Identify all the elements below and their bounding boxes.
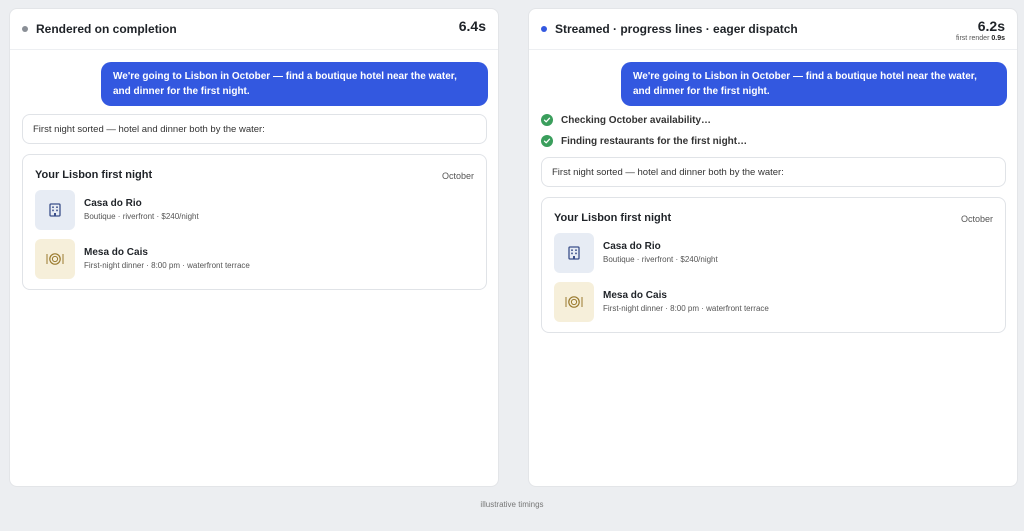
reply-text: First night sorted — hotel and dinner bo… xyxy=(33,123,265,135)
first-render-value: 0.9s xyxy=(991,35,1005,42)
timing: 6.4s xyxy=(459,18,486,34)
footnote: illustrative timings xyxy=(480,500,544,509)
user-message-bubble: We're going to Lisbon in October — find … xyxy=(621,62,1007,106)
progress-text: Checking October availability… xyxy=(561,114,712,126)
panel-streamed: Streamed · progress lines · eager dispat… xyxy=(528,8,1018,487)
total-time: 6.4s xyxy=(458,18,486,34)
item-desc: First-night dinner · 8:00 pm · waterfron… xyxy=(84,261,250,270)
panel-title: Rendered on completion xyxy=(36,22,177,36)
dinner-plate-icon xyxy=(554,282,594,322)
item-desc: First-night dinner · 8:00 pm · waterfron… xyxy=(603,304,769,313)
total-time: 6.2s xyxy=(977,18,1005,34)
user-message-bubble: We're going to Lisbon in October — find … xyxy=(101,62,488,106)
reply-text: First night sorted — hotel and dinner bo… xyxy=(552,166,784,178)
item-text: Casa do Rio Boutique · riverfront · $240… xyxy=(603,240,718,266)
list-item[interactable]: Casa do Rio Boutique · riverfront · $240… xyxy=(35,190,199,230)
list-item[interactable]: Mesa do Cais First-night dinner · 8:00 p… xyxy=(35,239,250,279)
item-text: Casa do Rio Boutique · riverfront · $240… xyxy=(84,197,199,223)
panel-rendered-on-completion: Rendered on completion 6.4s We're going … xyxy=(9,8,499,487)
card-title: Your Lisbon first night xyxy=(35,169,153,181)
itinerary-card: Your Lisbon first night October Casa do … xyxy=(22,154,487,290)
comparison-stage: Rendered on completion 6.4s We're going … xyxy=(0,0,1024,531)
status-dot xyxy=(541,26,547,32)
assistant-reply: First night sorted — hotel and dinner bo… xyxy=(541,157,1006,187)
panel-header: Streamed · progress lines · eager dispat… xyxy=(529,9,1017,50)
check-icon xyxy=(541,114,553,126)
panel-title: Streamed · progress lines · eager dispat… xyxy=(555,22,798,36)
item-desc: Boutique · riverfront · $240/night xyxy=(84,212,199,221)
item-name: Mesa do Cais xyxy=(603,290,667,301)
first-render-label: first render xyxy=(955,35,990,42)
user-message-text: We're going to Lisbon in October — find … xyxy=(113,71,457,97)
check-icon xyxy=(541,135,553,147)
item-name: Casa do Rio xyxy=(603,241,661,252)
itinerary-card: Your Lisbon first night October Casa do … xyxy=(541,197,1006,333)
hotel-icon xyxy=(35,190,75,230)
progress-text: Finding restaurants for the first night… xyxy=(561,135,748,147)
first-render-time: first render 0.9s xyxy=(956,34,1005,43)
item-text: Mesa do Cais First-night dinner · 8:00 p… xyxy=(84,246,250,272)
list-item[interactable]: Casa do Rio Boutique · riverfront · $240… xyxy=(554,233,718,273)
assistant-reply: First night sorted — hotel and dinner bo… xyxy=(22,114,487,144)
item-desc: Boutique · riverfront · $240/night xyxy=(603,255,718,264)
hotel-icon xyxy=(554,233,594,273)
card-month: October xyxy=(960,214,993,224)
timing: 6.2s first render 0.9s xyxy=(956,18,1005,43)
user-message-text: We're going to Lisbon in October — find … xyxy=(633,71,977,97)
list-item[interactable]: Mesa do Cais First-night dinner · 8:00 p… xyxy=(554,282,769,322)
panel-header: Rendered on completion 6.4s xyxy=(10,9,498,50)
item-name: Casa do Rio xyxy=(84,198,142,209)
item-name: Mesa do Cais xyxy=(84,247,148,258)
item-text: Mesa do Cais First-night dinner · 8:00 p… xyxy=(603,289,769,315)
card-title: Your Lisbon first night xyxy=(554,212,672,224)
dinner-plate-icon xyxy=(35,239,75,279)
progress-line: Checking October availability… xyxy=(541,114,711,126)
status-dot xyxy=(22,26,28,32)
card-month: October xyxy=(441,171,474,181)
progress-line: Finding restaurants for the first night… xyxy=(541,135,747,147)
